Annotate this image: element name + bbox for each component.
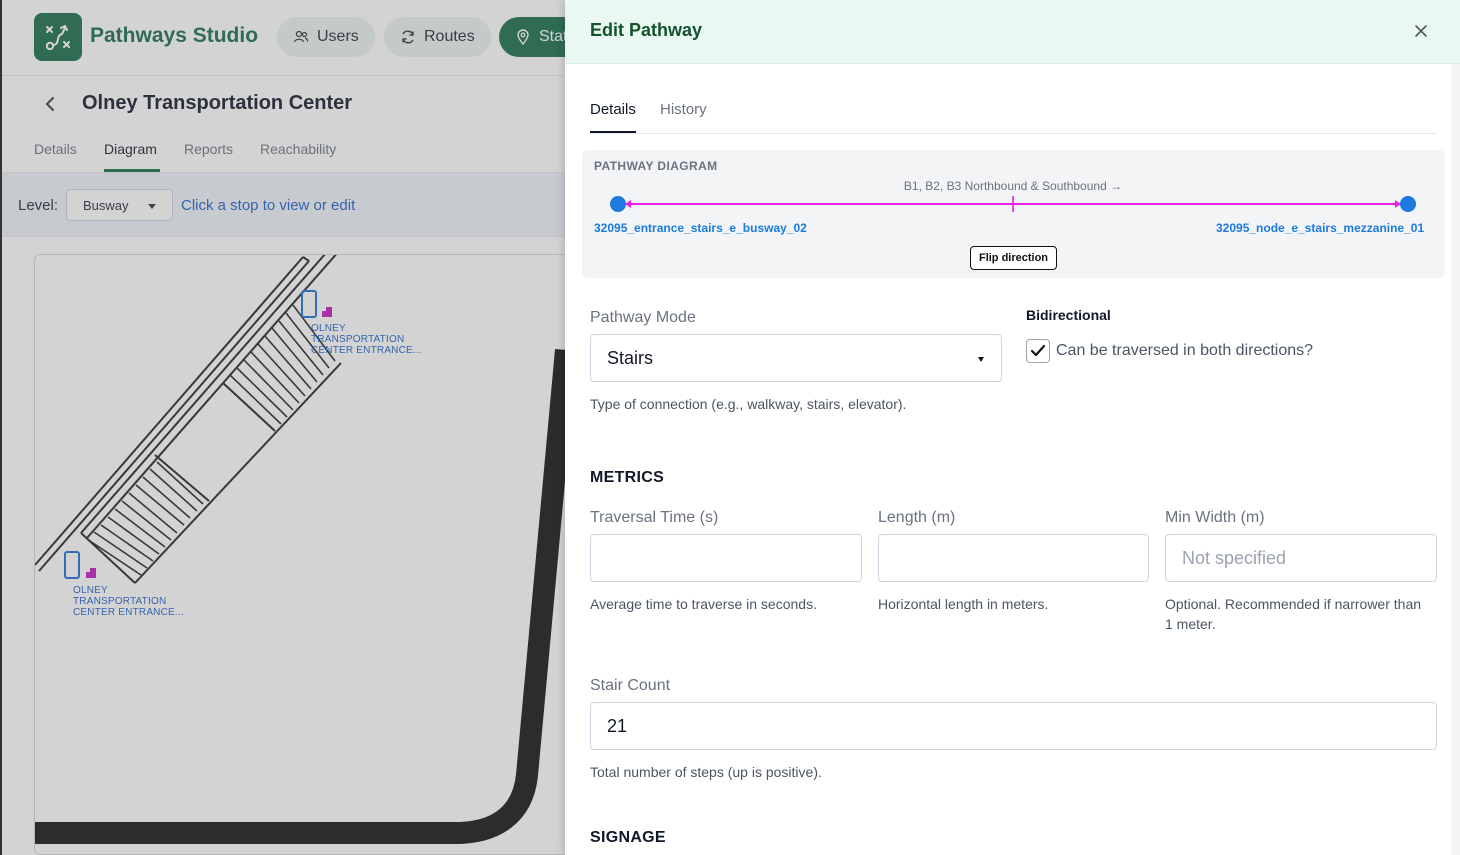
pathway-mode-value: Stairs (607, 347, 654, 368)
length-input[interactable] (878, 534, 1149, 582)
length-helper: Horizontal length in meters. (878, 596, 1049, 612)
signage-section-title: SIGNAGE (590, 829, 666, 846)
from-node-label[interactable]: 32095_entrance_stairs_e_busway_02 (594, 221, 807, 235)
to-node-label[interactable]: 32095_node_e_stairs_mezzanine_01 (1216, 221, 1424, 235)
traversal-time-input[interactable] (590, 534, 862, 582)
metrics-section-title: METRICS (590, 469, 665, 486)
traversal-time-helper: Average time to traverse in seconds. (590, 596, 817, 612)
min-width-helper-line1: Optional. Recommended if narrower than (1165, 596, 1422, 612)
to-node-dot[interactable] (1400, 196, 1416, 212)
bidirectional-label: Bidirectional (1026, 307, 1111, 323)
tab-history[interactable]: History (660, 101, 707, 118)
stair-count-input[interactable]: 21 (590, 702, 1437, 750)
close-button[interactable] (1411, 21, 1431, 41)
window-edge (0, 0, 2, 855)
stair-count-label: Stair Count (590, 677, 671, 694)
traversal-time-label: Traversal Time (s) (590, 509, 719, 526)
chevron-down-icon (978, 357, 984, 362)
tab-details[interactable]: Details (590, 101, 636, 118)
close-icon (1415, 25, 1427, 37)
drawer-title: Edit Pathway (590, 20, 703, 40)
length-label: Length (m) (878, 509, 956, 526)
scrollbar[interactable] (1451, 64, 1460, 855)
bidirectional-checkbox[interactable] (1026, 339, 1050, 363)
min-width-helper-line2: 1 meter. (1165, 616, 1216, 632)
pathway-arrow (610, 196, 1416, 212)
tabs-divider (590, 133, 1437, 134)
from-node-dot[interactable] (610, 196, 626, 212)
pathway-mode-helper: Type of connection (e.g., walkway, stair… (590, 396, 907, 412)
checkmark-icon (1030, 344, 1046, 357)
bidirectional-checkbox-label[interactable]: Can be traversed in both directions? (1056, 342, 1313, 360)
min-width-input[interactable]: Not specified (1165, 534, 1437, 582)
edit-pathway-drawer: Edit Pathway Details History PATHWAY DIA… (565, 0, 1460, 855)
pathway-diagram-heading: PATHWAY DIAGRAM (594, 159, 718, 173)
pathway-mode-select[interactable]: Stairs (590, 334, 1002, 382)
min-width-label: Min Width (m) (1165, 509, 1265, 526)
pathway-mode-label: Pathway Mode (590, 309, 696, 326)
stair-count-helper: Total number of steps (up is positive). (590, 764, 822, 780)
app-root: Pathways Studio Users Routes Stat Olney … (0, 0, 1460, 855)
active-tab-indicator (590, 131, 636, 133)
flip-direction-button[interactable]: Flip direction (970, 246, 1057, 270)
